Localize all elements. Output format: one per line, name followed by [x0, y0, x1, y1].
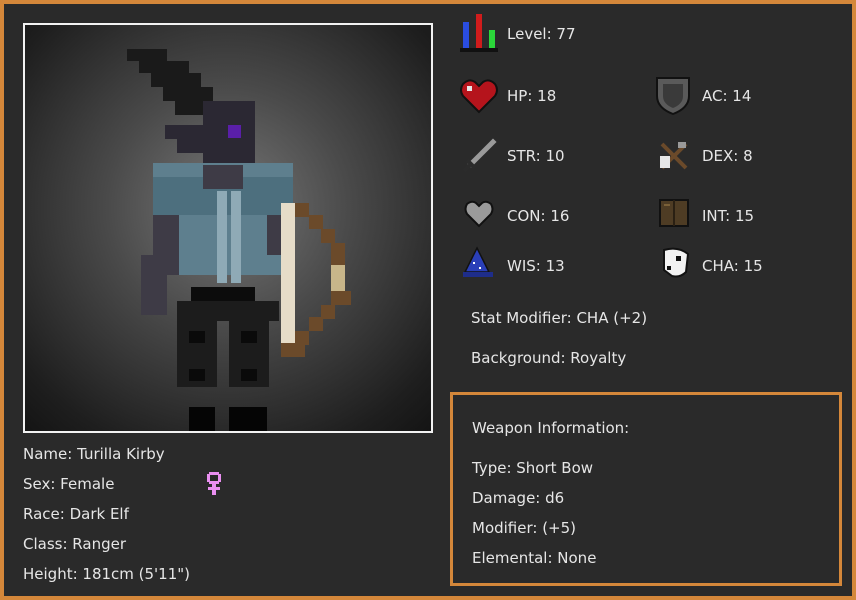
mask-icon [663, 247, 690, 278]
character-name: Name: Turilla Kirby [23, 445, 165, 463]
weapon-type: Type: Short Bow [472, 459, 594, 477]
female-symbol-icon [207, 472, 221, 495]
level-label: Level: 77 [507, 25, 576, 43]
shield-icon [656, 77, 690, 116]
level-bars-icon [460, 14, 498, 52]
weapon-elemental: Elemental: None [472, 549, 597, 567]
character-portrait [23, 23, 433, 433]
con-label: CON: 16 [507, 207, 570, 225]
weapon-heading: Weapon Information: [472, 419, 630, 437]
sword-icon [462, 138, 497, 173]
weapon-info-panel: Weapon Information: Type: Short Bow Dama… [450, 392, 842, 586]
character-class: Class: Ranger [23, 535, 126, 553]
crossed-daggers-icon [660, 142, 688, 170]
hp-label: HP: 18 [507, 87, 557, 105]
str-label: STR: 10 [507, 147, 565, 165]
grey-heart-icon [464, 200, 494, 228]
stat-modifier: Stat Modifier: CHA (+2) [471, 309, 648, 327]
character-height: Height: 181cm (5'11") [23, 565, 191, 583]
character-race: Race: Dark Elf [23, 505, 129, 523]
character-sex: Sex: Female [23, 475, 115, 493]
cha-label: CHA: 15 [702, 257, 763, 275]
dex-label: DEX: 8 [702, 147, 753, 165]
wizard-hat-icon [463, 246, 493, 277]
book-icon [659, 199, 689, 227]
dark-elf-ranger-sprite [127, 49, 351, 431]
character-background: Background: Royalty [471, 349, 627, 367]
weapon-damage: Damage: d6 [472, 489, 565, 507]
wis-label: WIS: 13 [507, 257, 565, 275]
ac-label: AC: 14 [702, 87, 752, 105]
character-sheet-panel: Name: Turilla Kirby Sex: Female Race: Da… [0, 0, 856, 600]
int-label: INT: 15 [702, 207, 755, 225]
heart-icon [460, 79, 498, 114]
weapon-modifier: Modifier: (+5) [472, 519, 577, 537]
